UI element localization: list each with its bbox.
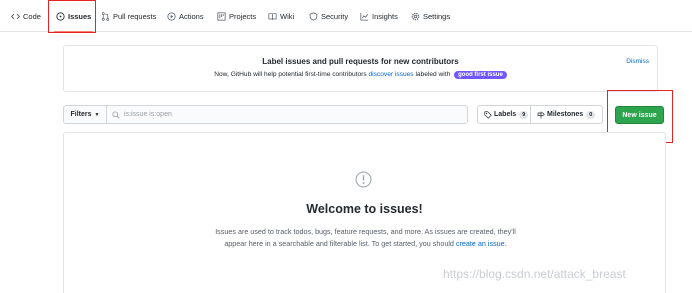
banner-text-before: Now, GitHub will help potential first-ti… (214, 71, 367, 78)
tab-pull-requests[interactable]: Pull requests (101, 0, 156, 32)
labels-count: 9 (519, 110, 529, 119)
tab-pull-requests-label: Pull requests (113, 11, 157, 21)
blankslate-text-line1: Issues are used to track todos, bugs, fe… (215, 227, 516, 236)
dismiss-button[interactable]: Dismiss (626, 58, 649, 65)
git-pull-request-icon (101, 11, 110, 21)
project-icon (217, 11, 226, 21)
discover-issues-link[interactable]: discover issues (369, 71, 414, 78)
blankslate-title: Welcome to issues! (306, 202, 423, 216)
gear-icon (411, 12, 420, 20)
tab-insights[interactable]: Insights (360, 0, 398, 32)
tab-settings-label: Settings (423, 11, 451, 21)
code-icon (11, 13, 20, 19)
tab-settings[interactable]: Settings (411, 0, 450, 32)
tab-security[interactable]: Security (309, 0, 348, 32)
tag-icon (484, 110, 492, 119)
good-first-issue-label[interactable]: good first issue (454, 71, 507, 79)
create-issue-link[interactable]: create an issue (456, 239, 505, 248)
graph-icon (360, 12, 369, 21)
labels-milestones-group: Labels 9 Milestones 0 (477, 105, 603, 124)
issues-search-input[interactable]: is:issue is:open (106, 105, 468, 124)
milestones-count: 0 (586, 110, 596, 119)
blankslate-text-end: . (504, 239, 507, 248)
banner-text: Now, GitHub will help potential first-ti… (64, 71, 657, 79)
watermark-text: https://blog.csdn.net/attack_breast (443, 267, 626, 281)
book-icon (268, 12, 277, 20)
tab-actions-label: Actions (179, 11, 204, 21)
tab-insights-label: Insights (372, 11, 398, 21)
filters-button-label: Filters (70, 111, 92, 118)
tab-code[interactable]: Code (11, 0, 41, 32)
play-icon (167, 11, 176, 21)
banner-title: Label issues and pull requests for new c… (262, 57, 459, 66)
milestone-icon (537, 111, 545, 118)
shield-icon (309, 11, 318, 21)
search-value: is:issue is:open (124, 111, 172, 118)
annotation-box-issues (48, 0, 96, 33)
chevron-down-icon: ▼ (94, 111, 100, 118)
tab-projects-label: Projects (229, 11, 257, 21)
first-contributor-banner: Label issues and pull requests for new c… (63, 45, 658, 92)
banner-text-after: labeled with (415, 71, 451, 78)
tab-projects[interactable]: Projects (217, 0, 256, 32)
tab-code-label: Code (23, 11, 41, 21)
search-icon (112, 110, 120, 119)
tab-wiki-label: Wiki (280, 11, 295, 21)
labels-button[interactable]: Labels 9 (478, 106, 531, 123)
blankslate-text: Issues are used to track todos, bugs, fe… (194, 226, 537, 250)
tab-wiki[interactable]: Wiki (268, 0, 294, 32)
labels-button-label: Labels (494, 111, 517, 118)
filters-button[interactable]: Filters ▼ (63, 105, 107, 124)
tab-security-label: Security (321, 11, 349, 21)
milestones-button-label: Milestones (547, 111, 584, 118)
milestones-button[interactable]: Milestones 0 (531, 106, 596, 123)
repo-nav: Code Issues Pull requests Actions Projec… (0, 0, 692, 33)
tab-actions[interactable]: Actions (167, 0, 204, 32)
blankslate-text-line2: appear here in a searchable and filterab… (224, 239, 454, 248)
issue-opened-icon (355, 171, 372, 188)
